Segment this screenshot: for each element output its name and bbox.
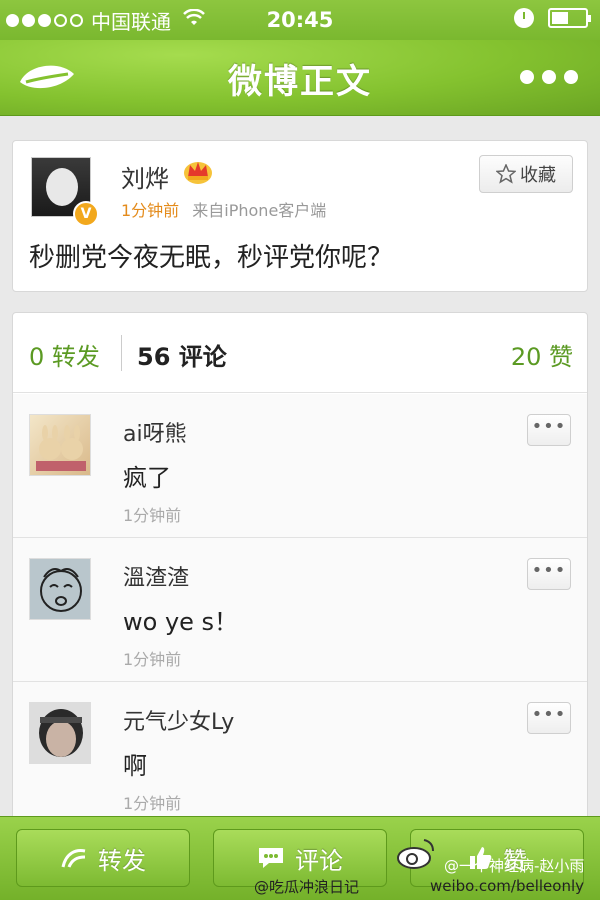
comment-item[interactable]: ai呀熊 疯了 1分钟前 ••• [13, 394, 587, 538]
crown-icon [183, 157, 213, 185]
stats-divider [121, 335, 122, 371]
more-dots-icon[interactable] [520, 70, 578, 84]
repost-icon [61, 849, 86, 868]
repost-label: 转发 [98, 846, 146, 875]
verified-badge: V [73, 201, 99, 227]
comment-item[interactable]: 元气少女Ly 啊 1分钟前 ••• [13, 682, 587, 826]
comment-avatar[interactable] [29, 702, 91, 764]
comment-more-button[interactable]: ••• [527, 414, 571, 446]
watermark-account: @吃瓜冲浪日记 [254, 878, 360, 896]
wifi-icon [183, 8, 205, 32]
comment-time: 1分钟前 [123, 506, 182, 525]
comment-item[interactable]: 溫渣渣 wo ye s！ 1分钟前 ••• [13, 538, 587, 682]
signal-strength-icon [6, 13, 83, 27]
post-source[interactable]: 来自iPhone客户端 [192, 201, 326, 220]
comment-more-button[interactable]: ••• [527, 702, 571, 734]
comment-text: wo ye s！ [123, 608, 239, 636]
post-meta: 1分钟前 来自iPhone客户端 [121, 197, 326, 221]
tab-comments[interactable]: 56 评论 [137, 337, 227, 372]
post-text: 秒删党今夜无眠，秒评党你呢？ [29, 243, 394, 273]
comment-time: 1分钟前 [123, 650, 182, 669]
comment-time: 1分钟前 [123, 794, 182, 813]
nav-bar: 微博正文 [0, 40, 600, 116]
comment-text: 疯了 [123, 464, 171, 492]
post-time: 1分钟前 [121, 201, 180, 220]
repost-button[interactable]: 转发 [16, 829, 190, 887]
comment-icon [259, 848, 283, 868]
comment-author[interactable]: ai呀熊 [123, 416, 187, 448]
post-card: V 刘烨 1分钟前 来自iPhone客户端 收藏 秒删党今夜无眠，秒评党你呢？ [12, 140, 588, 292]
clock-time: 20:45 [266, 8, 334, 32]
watermark-url: weibo.com/belleonly [430, 877, 584, 895]
page-title: 微博正文 [228, 62, 372, 102]
favorite-button[interactable]: 收藏 [479, 155, 573, 193]
comment-avatar[interactable] [29, 414, 91, 476]
comment-text: 啊 [123, 752, 147, 780]
comment-more-button[interactable]: ••• [527, 558, 571, 590]
tab-likes[interactable]: 20 赞 [511, 337, 573, 372]
carrier-name: 中国联通 [91, 9, 171, 34]
tab-reposts[interactable]: 0 转发 [29, 337, 100, 372]
comment-author[interactable]: 元气少女Ly [123, 704, 234, 736]
favorite-label: 收藏 [520, 165, 556, 186]
status-bar: 中国联通 20:45 [0, 0, 600, 40]
comment-label: 评论 [295, 846, 343, 875]
watermark-credit: @一个神经病-赵小雨 [444, 857, 585, 875]
alarm-icon [514, 8, 534, 28]
stats-bar: 0 转发 56 评论 20 赞 [13, 313, 587, 393]
comment-avatar[interactable] [29, 558, 91, 620]
star-icon [496, 164, 516, 184]
comments-card: 0 转发 56 评论 20 赞 ai呀熊 疯了 1分钟前 ••• 溫渣渣 wo … [12, 312, 588, 832]
comment-author[interactable]: 溫渣渣 [123, 560, 189, 592]
weibo-logo-icon [396, 836, 436, 870]
battery-icon [548, 8, 591, 28]
author-name[interactable]: 刘烨 [121, 159, 169, 194]
